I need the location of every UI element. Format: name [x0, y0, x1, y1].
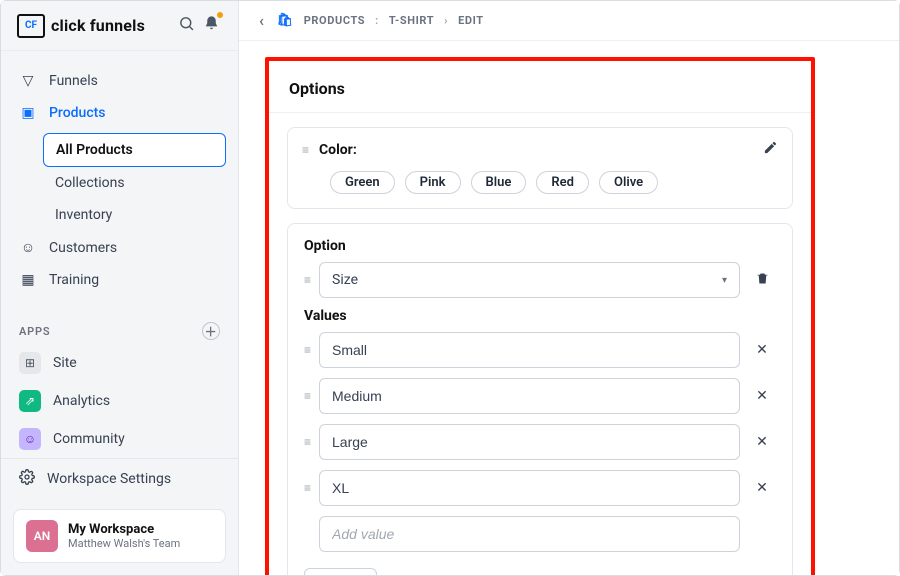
workspace-name: My Workspace: [68, 522, 180, 537]
app-analytics[interactable]: ⇗ Analytics: [1, 382, 238, 420]
back-button[interactable]: ‹: [259, 11, 267, 30]
color-chip-list: Green Pink Blue Red Olive: [288, 171, 792, 208]
color-chip[interactable]: Green: [330, 171, 395, 194]
app-label: Community: [53, 431, 125, 447]
drag-handle-icon[interactable]: ≡: [302, 143, 309, 157]
notifications-icon[interactable]: [199, 11, 224, 40]
sidebar-item-funnels[interactable]: ▽ Funnels: [1, 65, 238, 97]
delete-option-button[interactable]: [748, 271, 776, 290]
workspace-avatar: AN: [26, 520, 58, 552]
topbar: CF click funnels: [1, 1, 238, 51]
bag-icon: 🛍: [277, 13, 294, 28]
workspace-settings-label: Workspace Settings: [47, 471, 171, 487]
remove-value-button[interactable]: ✕: [748, 342, 776, 358]
sidebar-label: Funnels: [49, 73, 98, 89]
sidebar: CF click funnels ▽ Funnels ▣ Products Al…: [1, 1, 239, 575]
color-chip[interactable]: Olive: [599, 171, 658, 194]
breadcrumb: ‹ 🛍 PRODUCTS : T-SHIRT › EDIT: [239, 1, 899, 41]
color-chip[interactable]: Pink: [405, 171, 461, 194]
drag-handle-icon[interactable]: ≡: [304, 389, 311, 403]
apps-header: APPS ＋: [1, 310, 238, 344]
highlight-frame: Options ≡ Color:: [265, 57, 815, 575]
workspace-switcher[interactable]: AN My Workspace Matthew Walsh's Team: [13, 509, 226, 563]
option-name-select[interactable]: Size ▾: [319, 262, 740, 298]
option-name-value: Size: [332, 272, 358, 288]
workspace-team: Matthew Walsh's Team: [68, 537, 180, 550]
done-button[interactable]: Done: [304, 568, 377, 575]
value-input[interactable]: [319, 424, 740, 460]
crumb-product[interactable]: T-SHIRT: [389, 14, 434, 27]
option-field-label: Option: [304, 238, 776, 254]
drag-handle-icon[interactable]: ≡: [304, 273, 311, 287]
community-icon: ☺: [19, 428, 41, 450]
subnav-all-products[interactable]: All Products: [43, 133, 226, 167]
sidebar-label: Customers: [49, 240, 117, 256]
training-icon: ▦: [19, 272, 37, 288]
chevron-down-icon: ▾: [722, 275, 727, 286]
edit-color-option[interactable]: [763, 140, 778, 159]
main: ‹ 🛍 PRODUCTS : T-SHIRT › EDIT Options ≡ …: [239, 1, 899, 575]
app-label: Analytics: [53, 393, 110, 409]
remove-value-button[interactable]: ✕: [748, 480, 776, 496]
option-color-label: Color:: [319, 142, 357, 158]
remove-value-button[interactable]: ✕: [748, 434, 776, 450]
customers-icon: ☺: [19, 239, 37, 256]
values-field-label: Values: [304, 308, 776, 324]
sidebar-item-customers[interactable]: ☺ Customers: [1, 231, 238, 264]
add-value-input[interactable]: [319, 516, 740, 552]
products-icon: ▣: [19, 105, 37, 121]
gear-icon: [19, 469, 35, 489]
subnav-collections[interactable]: Collections: [43, 167, 226, 199]
brand-name: click funnels: [51, 16, 145, 35]
logo-icon: CF: [17, 14, 45, 38]
app-label: Site: [53, 355, 77, 371]
site-icon: ⊞: [19, 352, 41, 374]
app-site[interactable]: ⊞ Site: [1, 344, 238, 382]
drag-handle-icon[interactable]: ≡: [304, 435, 311, 449]
funnel-icon: ▽: [19, 73, 37, 89]
color-chip[interactable]: Blue: [471, 171, 527, 194]
value-input[interactable]: [319, 332, 740, 368]
add-app-button[interactable]: ＋: [202, 322, 220, 340]
option-editor: Option ≡ Size ▾: [287, 223, 793, 575]
crumb-root[interactable]: PRODUCTS: [304, 14, 365, 27]
subnav-inventory[interactable]: Inventory: [43, 199, 226, 231]
sidebar-label: Products: [49, 105, 106, 121]
value-input[interactable]: [319, 470, 740, 506]
drag-handle-icon[interactable]: ≡: [304, 343, 311, 357]
remove-value-button[interactable]: ✕: [748, 388, 776, 404]
options-heading: Options: [269, 61, 811, 113]
option-card-color: ≡ Color: Green Pink Blue: [287, 127, 793, 209]
sidebar-item-training[interactable]: ▦ Training: [1, 264, 238, 296]
workspace-settings[interactable]: Workspace Settings: [1, 458, 238, 499]
crumb-page: EDIT: [458, 14, 484, 27]
analytics-icon: ⇗: [19, 390, 41, 412]
value-input[interactable]: [319, 378, 740, 414]
products-submenu: All Products Collections Inventory: [43, 133, 226, 231]
color-chip[interactable]: Red: [536, 171, 589, 194]
sidebar-item-products[interactable]: ▣ Products: [1, 97, 238, 129]
search-icon[interactable]: [174, 11, 199, 40]
drag-handle-icon[interactable]: ≡: [304, 481, 311, 495]
app-community[interactable]: ☺ Community: [1, 420, 238, 458]
sidebar-label: Training: [49, 272, 99, 288]
